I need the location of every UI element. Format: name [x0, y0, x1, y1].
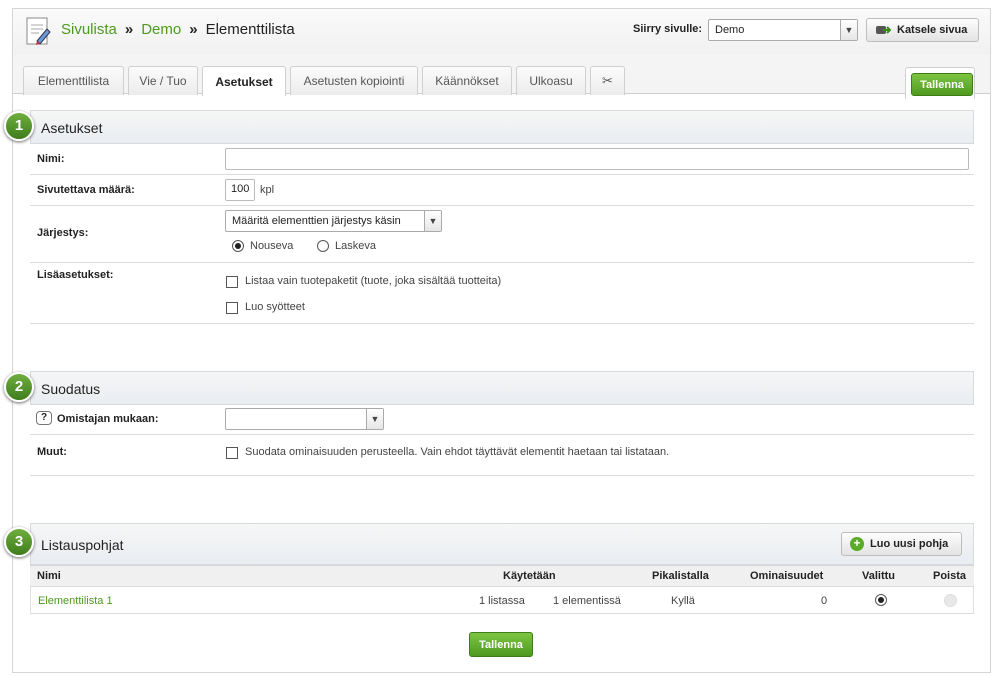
chevron-down-icon: ▼	[366, 409, 383, 429]
template-name-link[interactable]: Elementtilista 1	[38, 595, 113, 607]
templates-title: Listauspohjat	[41, 537, 124, 553]
view-page-label: Katsele sivua	[897, 24, 968, 36]
templates-table-header: Nimi Käytetään Pikalistalla Ominaisuudet…	[30, 565, 974, 587]
new-template-button[interactable]: + Luo uusi pohja	[841, 532, 962, 556]
col-name: Nimi	[37, 570, 61, 582]
breadcrumb: Sivulista » Demo » Elementtilista	[61, 21, 295, 38]
templates-section-header: Listauspohjat	[30, 523, 974, 565]
new-template-label: Luo uusi pohja	[870, 538, 949, 550]
opt-packages-label: Listaa vain tuotepaketit (tuote, joka si…	[245, 275, 502, 287]
jump-select-value: Demo	[715, 24, 745, 36]
owner-label: Omistajan mukaan:	[57, 413, 159, 425]
tab-translations[interactable]: Käännökset	[422, 66, 512, 95]
perpage-row: Sivutettava määrä: 100 kpl	[30, 175, 974, 206]
save-button-bottom[interactable]: Tallenna	[469, 632, 533, 657]
order-desc-label: Laskeva	[335, 240, 376, 252]
name-row: Nimi:	[30, 144, 974, 175]
other-label: Muut:	[37, 446, 67, 458]
chevron-down-icon: ▼	[840, 20, 857, 40]
perpage-label: Sivutettava määrä:	[37, 184, 135, 196]
name-input[interactable]	[225, 148, 969, 170]
other-filter-label: Suodata ominaisuuden perusteella. Vain e…	[245, 446, 670, 458]
save-button-top[interactable]: Tallenna	[911, 73, 973, 96]
perpage-input[interactable]: 100	[225, 179, 255, 201]
page-header: Sivulista » Demo » Elementtilista Siirry…	[13, 9, 990, 54]
order-asc-radio[interactable]	[232, 240, 244, 252]
order-row: Järjestys: Määritä elementtien järjestys…	[30, 206, 974, 263]
view-page-icon	[876, 26, 891, 34]
name-label: Nimi:	[37, 153, 65, 165]
breadcrumb-root-link[interactable]: Sivulista	[61, 21, 117, 38]
tab-settings-copy[interactable]: Asetusten kopiointi	[290, 66, 418, 95]
tab-bar: Elementtilista Vie / Tuo Asetukset Asetu…	[13, 54, 990, 96]
extra-label: Lisäasetukset:	[37, 269, 114, 281]
filter-title: Suodatus	[41, 381, 101, 397]
page-frame: Sivulista » Demo » Elementtilista Siirry…	[4, 8, 991, 673]
template-lists: 1 listassa	[479, 595, 525, 607]
order-select[interactable]: Määritä elementtien järjestys käsin ▼	[225, 210, 442, 232]
help-icon[interactable]: ?	[36, 411, 52, 425]
jump-select[interactable]: Demo ▼	[708, 19, 858, 41]
tab-element-list[interactable]: Elementtilista	[23, 66, 124, 95]
template-elements: 1 elementissä	[553, 595, 621, 607]
owner-row: ? Omistajan mukaan: ▼	[30, 405, 974, 435]
extra-row: Lisäasetukset: Listaa vain tuotepaketit …	[30, 263, 974, 324]
order-select-value: Määritä elementtien järjestys käsin	[232, 215, 401, 227]
col-props: Ominaisuudet	[750, 570, 824, 582]
opt-feeds-checkbox[interactable]	[226, 302, 238, 314]
breadcrumb-current: Elementtilista	[205, 21, 295, 38]
other-filter-checkbox[interactable]	[226, 447, 238, 459]
table-row: Elementtilista 1 1 listassa 1 elementiss…	[30, 587, 974, 614]
add-icon: +	[850, 537, 864, 551]
order-label: Järjestys:	[37, 227, 89, 239]
order-asc-label: Nouseva	[250, 240, 294, 252]
tab-appearance[interactable]: Ulkoasu	[516, 66, 586, 95]
opt-feeds-label: Luo syötteet	[245, 301, 305, 313]
section-1-badge: 1	[4, 111, 34, 141]
breadcrumb-demo-link[interactable]: Demo	[141, 21, 181, 38]
col-selected: Valittu	[862, 570, 896, 582]
scissors-icon[interactable]: ✂	[590, 66, 625, 95]
chevron-right-icon: »	[189, 21, 198, 38]
delete-disabled-icon	[944, 594, 957, 607]
other-filter-row: Muut: Suodata ominaisuuden perusteella. …	[30, 435, 974, 476]
template-props: 0	[821, 595, 828, 607]
settings-section-header: Asetukset	[30, 110, 974, 144]
chevron-right-icon: »	[124, 21, 134, 38]
settings-title: Asetukset	[41, 120, 103, 136]
view-page-button[interactable]: Katsele sivua	[866, 18, 979, 42]
template-selected-radio[interactable]	[875, 594, 887, 606]
document-edit-icon	[26, 17, 51, 45]
jump-label: Siirry sivulle:	[633, 23, 703, 35]
col-delete: Poista	[933, 570, 967, 582]
section-2-badge: 2	[4, 372, 34, 402]
col-quick: Pikalistalla	[652, 570, 709, 582]
tab-export-import[interactable]: Vie / Tuo	[128, 66, 198, 95]
filter-section-header: Suodatus	[30, 371, 974, 405]
opt-packages-checkbox[interactable]	[226, 276, 238, 288]
section-3-badge: 3	[4, 527, 34, 557]
tab-settings[interactable]: Asetukset	[202, 66, 286, 96]
col-used: Käytetään	[503, 570, 556, 582]
owner-select[interactable]: ▼	[225, 408, 384, 430]
order-desc-radio[interactable]	[317, 240, 329, 252]
template-quick: Kyllä	[671, 595, 695, 607]
chevron-down-icon: ▼	[424, 211, 441, 231]
perpage-unit: kpl	[260, 184, 275, 196]
